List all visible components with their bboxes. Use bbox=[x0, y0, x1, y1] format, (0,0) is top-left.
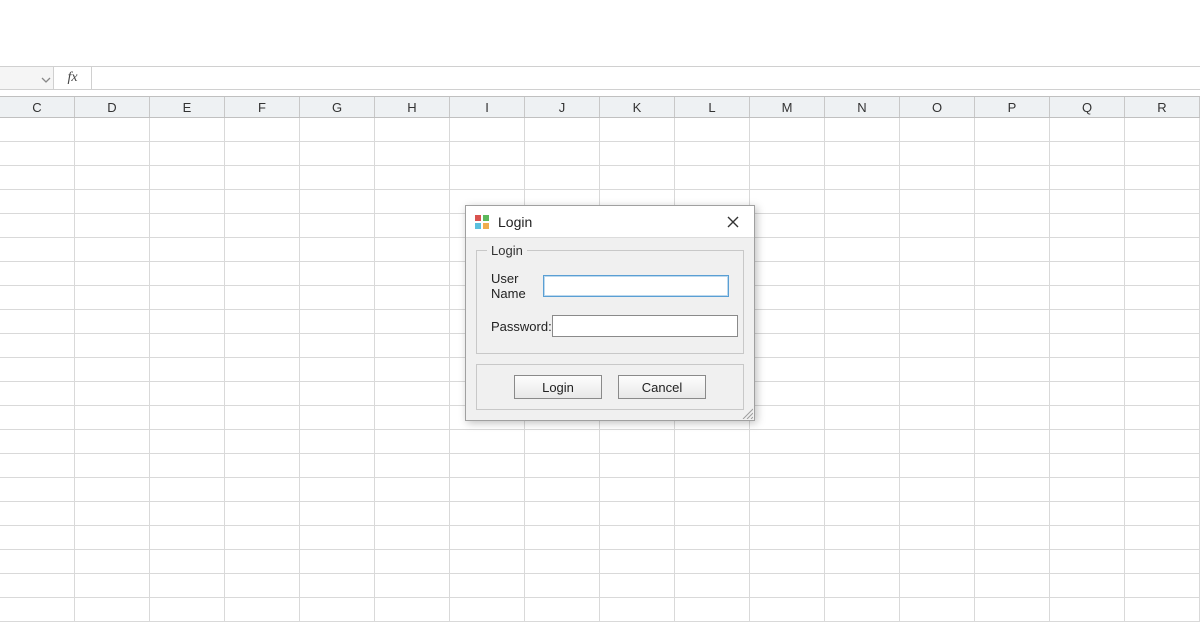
column-header[interactable]: H bbox=[375, 97, 450, 117]
dialog-body: Login User Name Password: Login Cancel bbox=[466, 238, 754, 420]
login-groupbox: Login User Name Password: bbox=[476, 250, 744, 354]
column-header[interactable]: G bbox=[300, 97, 375, 117]
login-button[interactable]: Login bbox=[514, 375, 602, 399]
password-input[interactable] bbox=[552, 315, 738, 337]
column-header[interactable]: P bbox=[975, 97, 1050, 117]
username-input[interactable] bbox=[543, 275, 729, 297]
column-headers: C D E F G H I J K L M N O P Q R bbox=[0, 96, 1200, 118]
column-header[interactable]: J bbox=[525, 97, 600, 117]
column-header[interactable]: M bbox=[750, 97, 825, 117]
column-header[interactable]: C bbox=[0, 97, 75, 117]
column-header[interactable]: F bbox=[225, 97, 300, 117]
login-dialog: Login Login User Name Password: Login Ca… bbox=[465, 205, 755, 421]
resize-grip-icon[interactable] bbox=[739, 405, 753, 419]
column-header[interactable]: Q bbox=[1050, 97, 1125, 117]
username-label: User Name bbox=[491, 271, 543, 301]
dialog-titlebar[interactable]: Login bbox=[466, 206, 754, 238]
dialog-title: Login bbox=[498, 214, 720, 230]
form-icon bbox=[474, 214, 490, 230]
chevron-down-icon bbox=[41, 73, 51, 83]
password-label: Password: bbox=[491, 319, 552, 334]
name-box[interactable] bbox=[0, 67, 54, 89]
column-header[interactable]: O bbox=[900, 97, 975, 117]
cancel-button[interactable]: Cancel bbox=[618, 375, 706, 399]
column-header[interactable]: K bbox=[600, 97, 675, 117]
dialog-button-panel: Login Cancel bbox=[476, 364, 744, 410]
formula-input[interactable] bbox=[92, 67, 1200, 89]
close-icon[interactable] bbox=[720, 210, 746, 234]
column-header[interactable]: R bbox=[1125, 97, 1200, 117]
fx-icon[interactable]: fx bbox=[54, 67, 92, 89]
formula-bar: fx bbox=[0, 66, 1200, 90]
column-header[interactable]: N bbox=[825, 97, 900, 117]
column-header[interactable]: I bbox=[450, 97, 525, 117]
column-header[interactable]: D bbox=[75, 97, 150, 117]
groupbox-legend: Login bbox=[487, 243, 527, 258]
column-header[interactable]: E bbox=[150, 97, 225, 117]
column-header[interactable]: L bbox=[675, 97, 750, 117]
